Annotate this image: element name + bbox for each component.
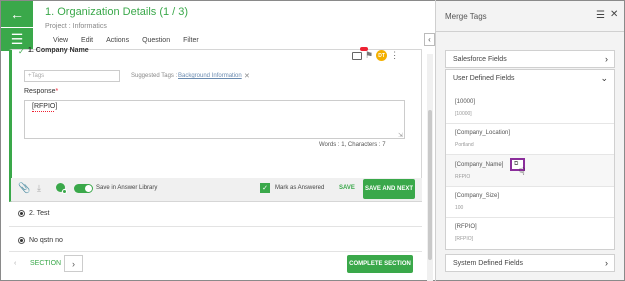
menu-actions[interactable]: Actions xyxy=(106,37,129,44)
tag-name: [Company_Name] xyxy=(455,162,504,168)
section-label: SECTION xyxy=(30,260,62,267)
chevron-right-icon: › xyxy=(72,258,75,269)
accordion-label: User Defined Fields xyxy=(453,75,515,82)
arrow-left-icon: ← xyxy=(10,6,24,22)
tags-input[interactable]: +Tags xyxy=(24,70,120,82)
word-count: Words : 1, Characters : 7 xyxy=(319,142,386,148)
question-actions: ⚑ DT ⋮ xyxy=(352,50,399,61)
radio-icon xyxy=(18,210,25,217)
tag-name: [RFPIO] xyxy=(455,224,477,230)
tag-value: 100 xyxy=(455,205,464,211)
flag-icon[interactable]: ⚑ xyxy=(365,50,373,61)
menu-filter[interactable]: Filter xyxy=(183,37,199,44)
tag-value: [10000] xyxy=(455,111,472,117)
menu-question[interactable]: Question xyxy=(142,37,170,44)
tag-item[interactable]: [Company_Size] 100 xyxy=(446,187,614,218)
divider xyxy=(9,226,422,227)
save-and-next-button[interactable]: SAVE AND NEXT xyxy=(363,179,415,199)
remove-tag-icon[interactable]: ✕ xyxy=(244,72,250,80)
comment-icon[interactable] xyxy=(352,51,362,60)
salesforce-fields-accordion[interactable]: Salesforce Fields › xyxy=(445,50,615,68)
previous-icon[interactable]: ‹ xyxy=(14,260,16,267)
accordion-label: Salesforce Fields xyxy=(453,56,507,63)
system-defined-fields-accordion[interactable]: System Defined Fields › xyxy=(445,254,615,272)
menu-view[interactable]: View xyxy=(53,37,68,44)
divider xyxy=(9,251,422,252)
page-header: 1. Organization Details (1 / 3) Project … xyxy=(33,1,425,50)
menu-edit[interactable]: Edit xyxy=(81,37,93,44)
response-label-text: Response xyxy=(24,88,56,95)
pointer-cursor-icon: ☟ xyxy=(519,167,526,178)
required-marker: * xyxy=(55,88,59,95)
mark-answered-label: Mark as Answered xyxy=(275,185,325,191)
response-text[interactable]: [RFPIO] xyxy=(32,103,57,110)
project-subtitle: Project : Informatics xyxy=(45,23,107,30)
tag-name: [Company_Size] xyxy=(455,193,500,199)
suggested-tags-label: Suggested Tags : xyxy=(131,73,178,79)
panel-title: Merge Tags xyxy=(445,12,487,21)
copy-icon: ⧉ xyxy=(514,161,519,167)
more-icon[interactable]: ⋮ xyxy=(390,50,399,61)
chevron-right-icon: › xyxy=(605,54,608,64)
menu-bar: View Edit Actions Question Filter xyxy=(53,37,199,44)
toggle-knob xyxy=(84,184,93,193)
chevron-left-icon: ‹ xyxy=(428,35,431,44)
tag-item[interactable]: [10000] [10000] xyxy=(446,93,614,124)
chevron-right-icon: › xyxy=(605,258,608,268)
tag-item[interactable]: [RFPIO] [RFPIO] xyxy=(446,218,614,249)
save-library-label: Save in Answer Library xyxy=(96,185,158,191)
answer-toolbar xyxy=(11,178,422,201)
suggested-tag-link[interactable]: Background Information xyxy=(178,73,242,79)
mark-answered-checkbox[interactable]: ✓ xyxy=(260,183,270,193)
response-textarea[interactable] xyxy=(24,100,405,139)
radio-icon xyxy=(18,237,25,244)
question-row-label: No qstn no xyxy=(29,237,63,244)
check-icon: ✓ xyxy=(18,47,25,56)
tag-item[interactable]: [Company_Location] Portland xyxy=(446,124,614,155)
next-section-button[interactable]: › xyxy=(64,255,83,272)
tag-value: Portland xyxy=(455,142,474,148)
user-initials: DT xyxy=(378,52,385,59)
spellcheck-underline xyxy=(32,111,54,112)
chevron-down-icon: ⌄ xyxy=(600,73,608,83)
tag-value: [RFPIO] xyxy=(455,236,474,242)
tag-name: [10000] xyxy=(455,99,476,105)
page-title: 1. Organization Details (1 / 3) xyxy=(45,6,189,18)
left-rail: ← ☰ xyxy=(1,1,33,51)
resize-handle-icon[interactable]: ⇲ xyxy=(398,132,403,139)
hamburger-icon[interactable]: ☰ xyxy=(596,10,605,21)
question-row[interactable]: No qstn no xyxy=(18,237,63,244)
library-badge xyxy=(62,189,67,194)
accordion-label: System Defined Fields xyxy=(453,260,524,267)
tag-item[interactable]: [Company_Name] RFPIO xyxy=(446,155,614,187)
download-icon[interactable]: ⤓ xyxy=(37,183,41,194)
tag-name: [Company_Location] xyxy=(455,130,511,136)
user-defined-fields-accordion[interactable]: User Defined Fields ⌄ xyxy=(445,69,615,87)
attachment-icon[interactable]: 📎 xyxy=(18,183,30,194)
save-button[interactable]: SAVE xyxy=(339,185,355,191)
question-row-label: 2. Test xyxy=(29,210,50,217)
collapse-panel-button[interactable]: ‹ xyxy=(424,33,435,46)
hamburger-icon: ☰ xyxy=(10,31,24,47)
complete-section-button[interactable]: COMPLETE SECTION xyxy=(347,255,413,273)
tag-value: RFPIO xyxy=(455,174,471,180)
response-label: Response* xyxy=(24,88,58,95)
question-row[interactable]: 2. Test xyxy=(18,210,50,217)
divider xyxy=(436,31,624,32)
close-icon[interactable]: ✕ xyxy=(610,9,618,20)
back-button[interactable]: ← xyxy=(1,1,33,27)
scrollbar-thumb[interactable] xyxy=(428,110,432,260)
avatar[interactable]: DT xyxy=(376,50,388,61)
question-title: 1. Company Name xyxy=(28,47,89,54)
